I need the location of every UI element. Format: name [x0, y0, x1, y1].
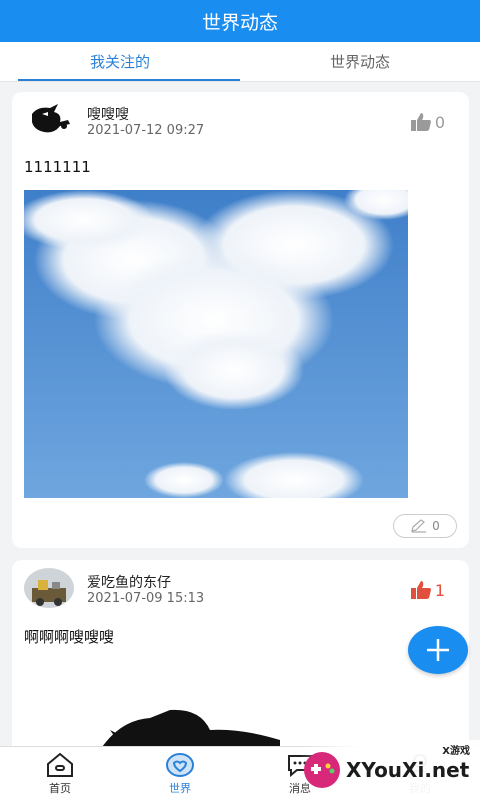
avatar[interactable] [24, 100, 74, 140]
avatar-image-icon [24, 100, 74, 140]
home-icon [47, 752, 73, 777]
avatar[interactable] [24, 568, 74, 608]
comment-count: 0 [432, 519, 440, 533]
like-button[interactable]: 0 [410, 112, 445, 132]
post-username[interactable]: 嗖嗖嗖 [87, 104, 129, 124]
like-count: 0 [434, 112, 445, 132]
tab-bar: 我关注的 世界动态 [0, 42, 480, 82]
tab-following-label: 我关注的 [89, 53, 150, 71]
post-card[interactable]: 嗖嗖嗖 2021-07-12 09:27 0 1111111 0 [12, 92, 469, 548]
comment-button[interactable]: 0 [393, 514, 457, 538]
nav-world[interactable]: 世界 [120, 747, 240, 800]
world-icon [166, 752, 194, 777]
post-image[interactable] [24, 190, 408, 498]
pencil-icon [411, 519, 427, 533]
app-header: 世界动态 [0, 0, 480, 42]
page-title: 世界动态 [201, 11, 278, 34]
watermark-small-text: X游戏 [442, 746, 470, 757]
post-content: 啊啊啊嗖嗖嗖 [24, 628, 115, 646]
plus-icon [427, 639, 449, 661]
gamepad-logo-icon [304, 752, 340, 788]
add-post-button[interactable] [408, 626, 468, 674]
nav-home[interactable]: 首页 [0, 747, 120, 800]
nav-world-label: 世界 [169, 781, 191, 795]
thumbs-up-icon [410, 581, 431, 599]
tab-following[interactable]: 我关注的 [0, 42, 240, 81]
post-username[interactable]: 爱吃鱼的东仔 [87, 572, 171, 592]
watermark-text: XYouXi.net [346, 758, 470, 782]
site-watermark: XYouXi.net X游戏 [300, 740, 480, 800]
post-content: 1111111 [24, 158, 91, 176]
thumbs-up-icon [410, 113, 431, 131]
nav-home-label: 首页 [49, 781, 71, 795]
sky-cloud-photo [24, 190, 408, 498]
post-time: 2021-07-09 15:13 [87, 591, 205, 606]
tab-world[interactable]: 世界动态 [240, 42, 480, 81]
like-count: 1 [434, 580, 445, 600]
like-button[interactable]: 1 [410, 580, 445, 600]
tab-world-label: 世界动态 [329, 53, 390, 71]
avatar-image-icon [24, 568, 74, 608]
post-time: 2021-07-12 09:27 [87, 123, 205, 138]
